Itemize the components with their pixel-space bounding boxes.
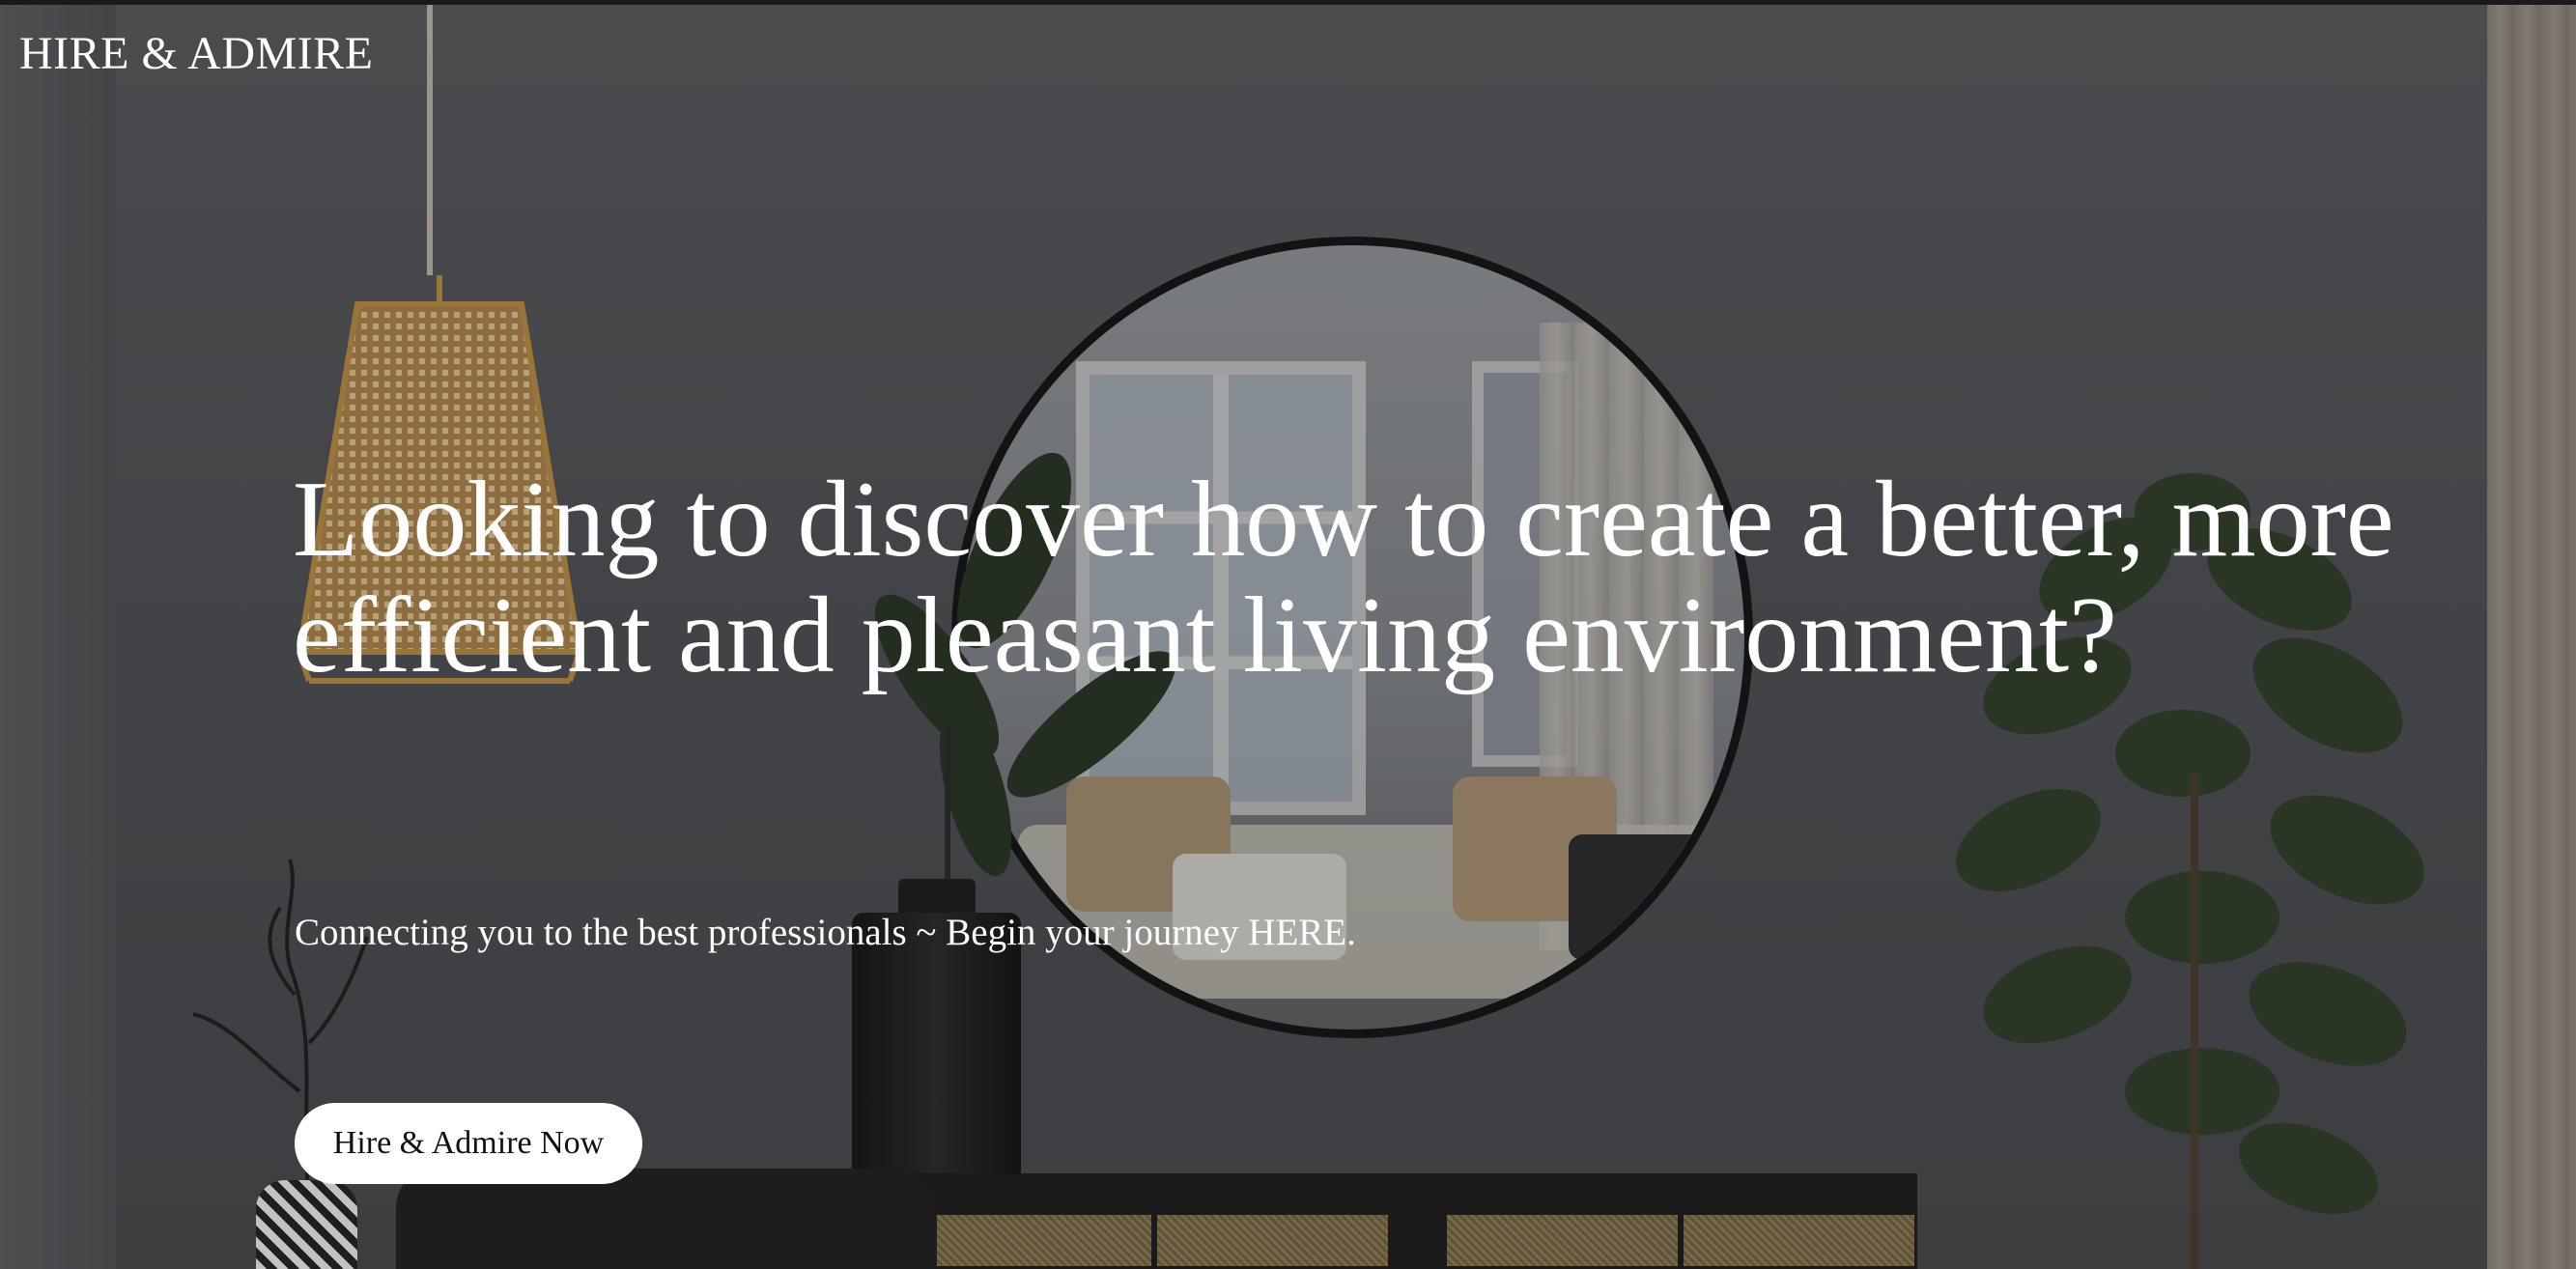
page: HIRE & ADMIRE Looking to discover how to… (0, 0, 2576, 1269)
hero-subtext: Connecting you to the best professionals… (295, 912, 1356, 953)
hire-admire-now-button[interactable]: Hire & Admire Now (295, 1103, 642, 1184)
hero-headline: Looking to discover how to create a bett… (293, 460, 2394, 695)
site-logo[interactable]: HIRE & ADMIRE (19, 27, 374, 80)
